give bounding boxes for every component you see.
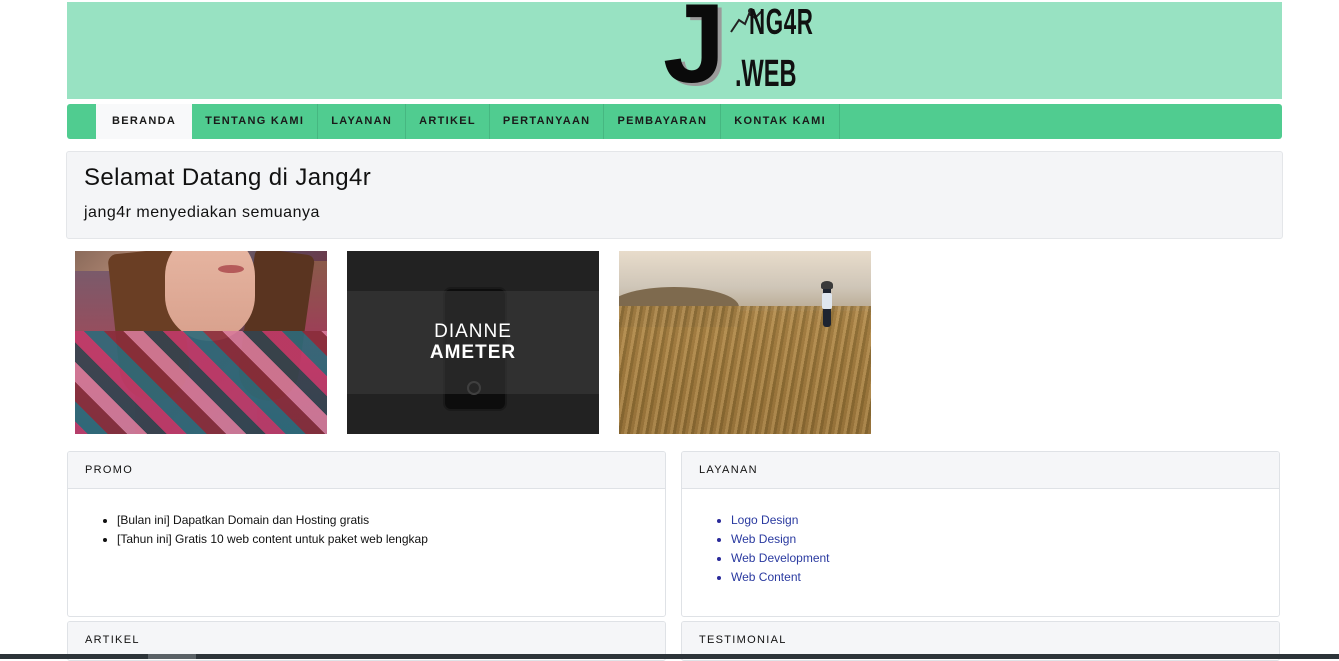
promo-card-header: PROMO	[68, 452, 665, 489]
list-item: [Tahun ini] Gratis 10 web content untuk …	[117, 530, 665, 549]
logo-bottom-text: .WEB	[735, 53, 797, 95]
nav-item-pembayaran[interactable]: PEMBAYARAN	[604, 104, 722, 139]
header-banner: J NG4R .WEB	[67, 2, 1282, 99]
horizontal-scrollbar[interactable]	[0, 654, 1339, 659]
page-subtitle: jang4r menyediakan semuanya	[84, 204, 320, 221]
nav-item-beranda[interactable]: BERANDA	[96, 104, 193, 139]
nav-item-pertanyaan[interactable]: PERTANYAAN	[490, 104, 605, 139]
layanan-link-web-content[interactable]: Web Content	[731, 570, 801, 584]
main-navbar: BERANDA TENTANG KAMI LAYANAN ARTIKEL PER…	[67, 104, 1282, 139]
list-item: Web Design	[731, 530, 1279, 549]
gallery-image-phone[interactable]: DIANNE AMETER	[347, 251, 599, 434]
gallery-image-woman[interactable]	[75, 251, 327, 434]
image-detail	[218, 265, 244, 273]
image-detail	[165, 251, 255, 341]
image-caption-line1: DIANNE	[434, 321, 512, 342]
gallery-image-field[interactable]	[619, 251, 871, 434]
image-detail	[821, 281, 833, 289]
image-detail	[619, 306, 871, 434]
layanan-list: Logo Design Web Design Web Development W…	[682, 511, 1279, 587]
promo-list: [Bulan ini] Dapatkan Domain dan Hosting …	[68, 511, 665, 549]
image-detail	[822, 293, 832, 309]
layanan-card: LAYANAN Logo Design Web Design Web Devel…	[681, 451, 1280, 617]
nav-item-tentang-kami[interactable]: TENTANG KAMI	[192, 104, 319, 139]
list-item: Web Content	[731, 568, 1279, 587]
logo-top-text: NG4R	[749, 2, 814, 42]
layanan-card-header: LAYANAN	[682, 452, 1279, 489]
list-item: Web Development	[731, 549, 1279, 568]
list-item: [Bulan ini] Dapatkan Domain dan Hosting …	[117, 511, 665, 530]
layanan-link-logo-design[interactable]: Logo Design	[731, 513, 798, 527]
image-detail	[75, 331, 327, 434]
layanan-link-web-design[interactable]: Web Design	[731, 532, 796, 546]
list-item: Logo Design	[731, 511, 1279, 530]
nav-item-artikel[interactable]: ARTIKEL	[406, 104, 490, 139]
scrollbar-thumb[interactable]	[148, 654, 196, 659]
site-logo[interactable]: J NG4R .WEB	[663, 2, 833, 99]
layanan-link-web-development[interactable]: Web Development	[731, 551, 830, 565]
welcome-jumbotron: Selamat Datang di Jang4r jang4r menyedia…	[66, 151, 1283, 239]
promo-card: PROMO [Bulan ini] Dapatkan Domain dan Ho…	[67, 451, 666, 617]
logo-letter: J	[663, 2, 725, 99]
nav-item-layanan[interactable]: LAYANAN	[318, 104, 407, 139]
page-title: Selamat Datang di Jang4r	[84, 164, 372, 191]
image-caption-line2: AMETER	[429, 342, 517, 363]
nav-item-kontak-kami[interactable]: KONTAK KAMI	[721, 104, 840, 139]
nav-menu: BERANDA TENTANG KAMI LAYANAN ARTIKEL PER…	[96, 104, 840, 139]
